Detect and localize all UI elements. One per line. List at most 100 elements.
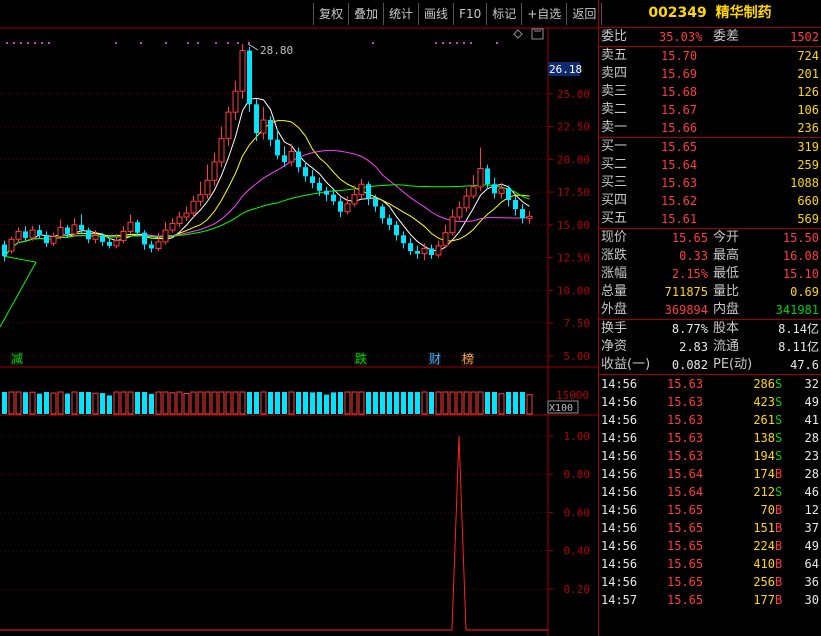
indicator-axis-label: 0.60: [564, 506, 591, 519]
tick-side: B: [775, 521, 783, 535]
tick-volume: 261: [753, 413, 775, 427]
volume-bar: [29, 391, 36, 415]
tick-volume: 286: [753, 377, 775, 391]
tick-count: 12: [804, 503, 819, 517]
buy-level-volume: 569: [797, 212, 819, 226]
tick-time: 14:56: [601, 449, 638, 463]
volume-bar: [268, 392, 273, 414]
tick-count: 28: [804, 467, 819, 481]
volume-bar: [113, 391, 120, 415]
diamond-icon[interactable]: [513, 29, 523, 39]
kline-chart[interactable]: 25.00 22.50 20.00 17.50 15.00 12.50 10.00 7.50 5…: [0, 0, 598, 636]
sell-level-label: 卖一: [601, 120, 628, 135]
weibi-label: 委比: [601, 29, 628, 44]
tick-list[interactable]: 14:56 15.63 286 S 32 14:56 15.63 423 S 49 14:56 15.…: [599, 375, 821, 609]
tick-volume: 194: [753, 449, 775, 463]
quote-row: 涨跌 0.33 最高 16.08: [599, 247, 821, 265]
buy-level-price: 15.61: [661, 212, 698, 226]
volume-bar: [442, 391, 449, 415]
volume-bar: [23, 392, 28, 414]
sell-level-volume: 126: [797, 85, 819, 99]
tick-row: 14:56 15.65 410 B 64: [599, 555, 821, 573]
quote-label: 现价: [601, 230, 628, 245]
tick-side: S: [775, 377, 783, 391]
candle-body: [190, 200, 197, 214]
quote-value: 2.15%: [671, 267, 708, 281]
volume-bar: [57, 391, 64, 415]
volume-bar: [421, 391, 428, 415]
volume-bar: [415, 392, 420, 414]
volume-bar: [506, 392, 511, 414]
volume-bar: [310, 392, 315, 414]
tick-row: 14:56 15.65 151 B 37: [599, 519, 821, 537]
candle-body: [317, 182, 322, 191]
fundamental-value: 8.14亿: [778, 322, 819, 336]
tick-price: 15.64: [667, 485, 704, 499]
tick-time: 14:56: [601, 521, 638, 535]
quote-row: 现价 15.65 今开 15.50: [599, 229, 821, 247]
tick-time: 14:56: [601, 557, 638, 571]
event-label-2[interactable]: 财: [429, 352, 441, 366]
volume-bar: [344, 391, 351, 415]
candle-body: [268, 120, 273, 140]
tick-time: 14:56: [601, 575, 638, 589]
volume-bar: [288, 391, 295, 415]
volume-bar: [176, 391, 183, 415]
tick-side: S: [775, 431, 783, 445]
max-price-annotation: 28.80: [260, 44, 293, 57]
volume-bar: [92, 392, 99, 415]
volume-bar: [401, 392, 406, 414]
candle-body: [211, 161, 218, 181]
candle-body: [149, 244, 154, 249]
candle-body: [351, 194, 358, 205]
quote-value: 15.10: [782, 267, 819, 281]
buy-level-price: 15.63: [661, 176, 698, 190]
candle-body: [380, 206, 385, 219]
event-label-1[interactable]: 跌: [355, 351, 367, 366]
volume-bar: [79, 392, 84, 414]
volume-axis-label: 15000: [556, 389, 589, 402]
volume-bar: [463, 391, 470, 415]
tick-time: 14:56: [601, 539, 638, 553]
candle-body: [526, 215, 533, 219]
candle-body: [456, 207, 463, 218]
sell-level-volume: 201: [797, 67, 819, 81]
event-label-0[interactable]: 减: [11, 352, 23, 366]
sell-level-row: 卖一 15.66 236: [599, 119, 821, 137]
volume-bar: [149, 393, 154, 414]
tick-count: 49: [804, 539, 819, 553]
quote-row: 涨幅 2.15% 最低 15.10: [599, 265, 821, 283]
candle-body: [387, 218, 392, 225]
sell-level-price: 15.66: [661, 121, 698, 135]
volume-bar: [456, 391, 463, 415]
event-label-3[interactable]: 榜: [462, 351, 474, 366]
candle-body: [506, 188, 511, 200]
volume-bar: [449, 391, 456, 415]
volume-bar: [317, 392, 322, 414]
candle-body: [162, 229, 169, 243]
buy-level-row: 买五 15.61 569: [599, 210, 821, 228]
fundamental-value: 47.6: [790, 358, 819, 372]
sell-level-label: 卖四: [601, 66, 628, 81]
candle-body: [120, 230, 127, 242]
indicator-axis-label: 1.00: [564, 430, 591, 443]
buy-level-volume: 259: [797, 158, 819, 172]
volume-bar: [275, 392, 280, 414]
weicha-value: 1502: [790, 30, 819, 44]
volume-bar: [394, 392, 399, 414]
candle-body: [142, 232, 147, 245]
quote-label: 最高: [713, 248, 740, 263]
candle-body: [65, 227, 70, 235]
candle-body: [254, 104, 259, 134]
stock-name: 精华制药: [715, 5, 772, 21]
tick-time: 14:56: [601, 431, 638, 445]
tick-count: 36: [804, 575, 819, 589]
volume-bar: [520, 392, 525, 414]
tick-price: 15.65: [667, 503, 704, 517]
candle-body: [23, 231, 28, 238]
sell-level-volume: 106: [797, 103, 819, 117]
fundamental-value: 8.77%: [671, 322, 708, 336]
volume-bar: [366, 392, 371, 414]
volume-bar: [211, 391, 218, 415]
volume-bar: [492, 392, 497, 414]
